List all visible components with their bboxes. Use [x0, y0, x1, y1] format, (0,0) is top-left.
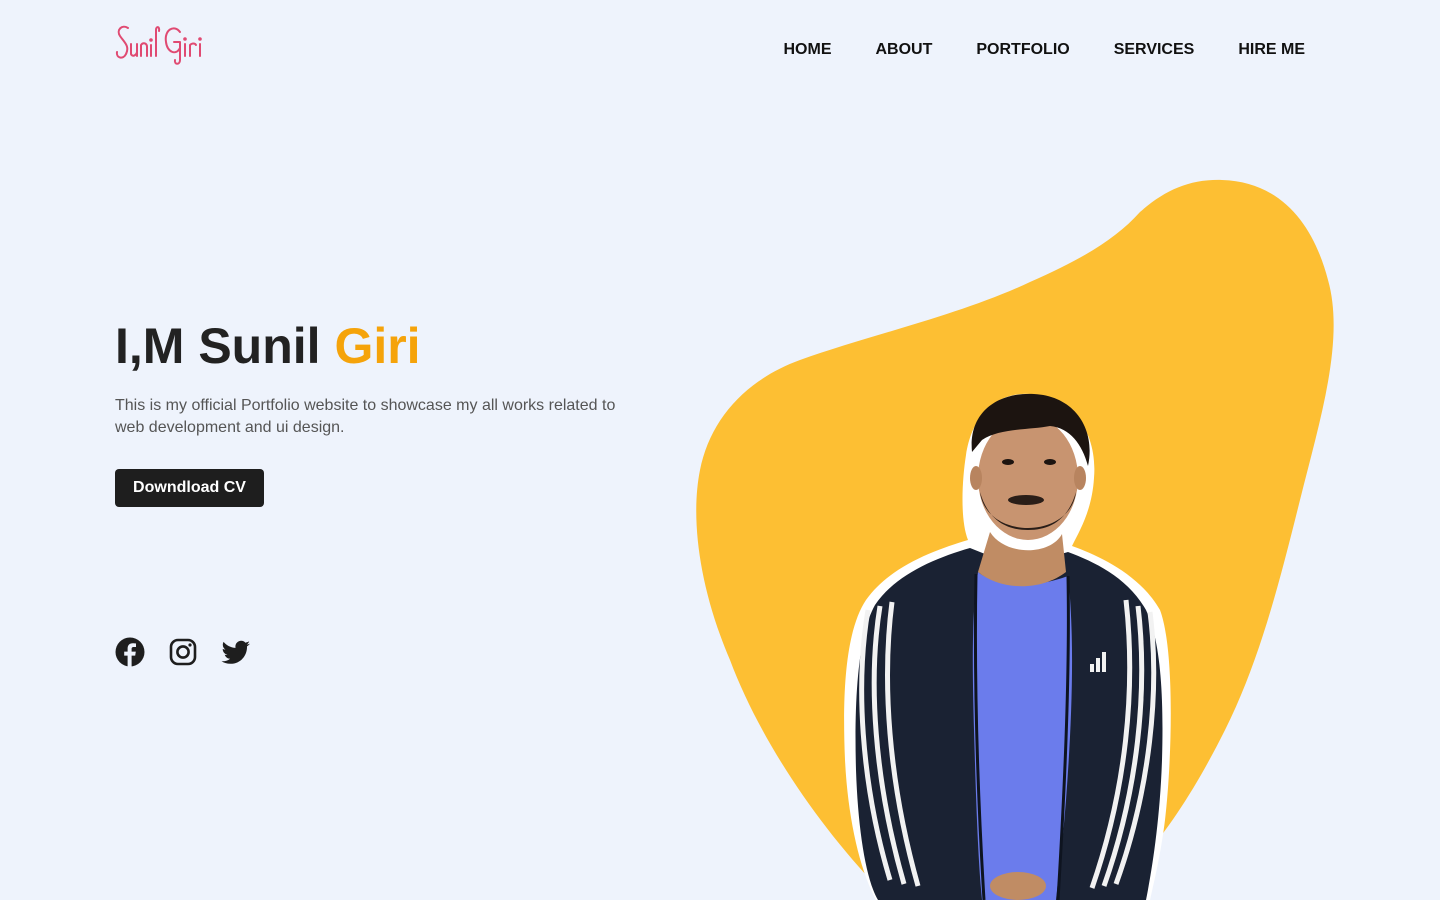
profile-photo: [844, 393, 1171, 900]
